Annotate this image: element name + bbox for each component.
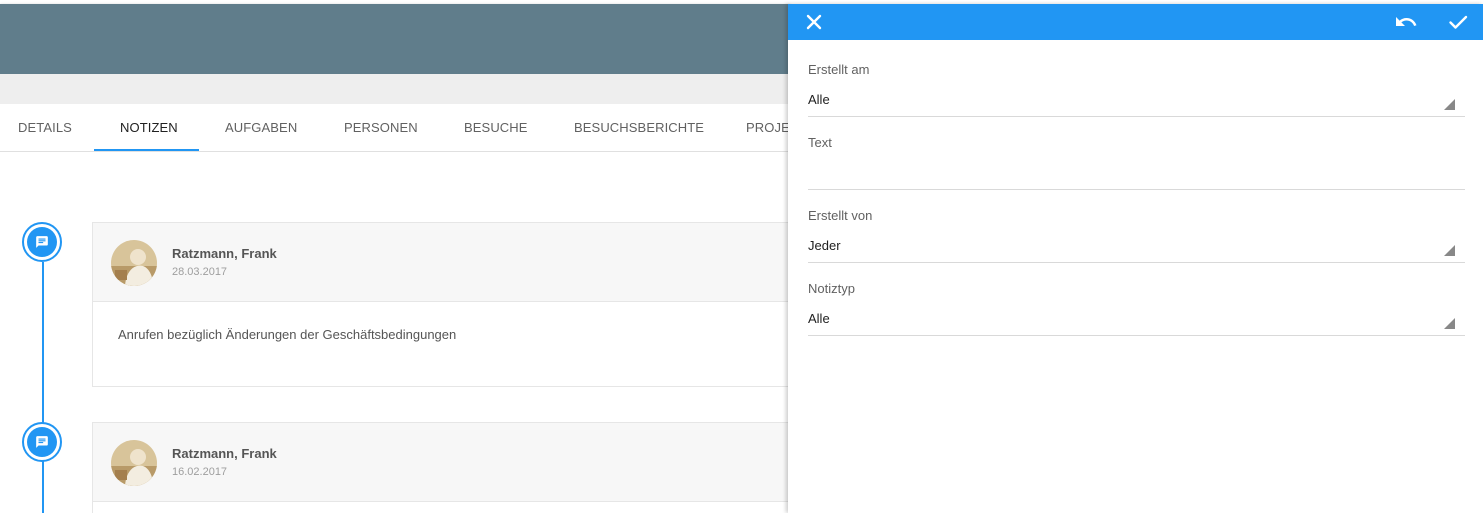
timeline-line xyxy=(42,262,44,513)
note-type-select[interactable]: Alle xyxy=(808,306,1465,336)
filter-panel-toolbar xyxy=(788,4,1483,40)
note-body: Anrufen bezüglich Änderungen der Geschäf… xyxy=(93,302,791,386)
note-header: Ratzmann, Frank 16.02.2017 xyxy=(93,423,791,502)
check-icon xyxy=(1449,15,1468,29)
created-by-label: Erstellt von xyxy=(808,208,873,223)
note-card[interactable]: Ratzmann, Frank 16.02.2017 xyxy=(92,422,792,513)
created-by-value: Jeder xyxy=(808,238,841,253)
note-author: Ratzmann, Frank xyxy=(172,446,277,461)
timeline-node xyxy=(22,422,62,462)
avatar xyxy=(111,440,157,486)
apply-button[interactable] xyxy=(1446,10,1470,34)
app-header xyxy=(0,4,790,74)
dropdown-arrow-icon xyxy=(1444,318,1455,329)
undo-button[interactable] xyxy=(1394,10,1418,34)
tab-bar: DETAILS NOTIZEN AUFGABEN PERSONEN BESUCH… xyxy=(0,104,790,152)
created-at-select[interactable]: Alle xyxy=(808,87,1465,117)
created-at-value: Alle xyxy=(808,92,830,107)
tab-notizen[interactable]: NOTIZEN xyxy=(120,104,178,151)
note-card[interactable]: Ratzmann, Frank 28.03.2017 Anrufen bezüg… xyxy=(92,222,792,387)
note-date: 16.02.2017 xyxy=(172,466,228,478)
note-author: Ratzmann, Frank xyxy=(172,246,277,261)
active-tab-indicator xyxy=(94,149,199,151)
tab-besuche[interactable]: BESUCHE xyxy=(464,104,528,151)
comment-icon xyxy=(36,236,48,248)
timeline-node xyxy=(22,222,62,262)
tab-details[interactable]: DETAILS xyxy=(18,104,72,151)
undo-icon xyxy=(1396,17,1417,26)
note-date: 28.03.2017 xyxy=(172,266,228,278)
tab-projekte[interactable]: PROJE xyxy=(746,104,790,151)
sub-header-band xyxy=(0,74,790,104)
tab-aufgaben[interactable]: AUFGABEN xyxy=(225,104,297,151)
close-icon xyxy=(806,14,822,30)
created-at-label: Erstellt am xyxy=(808,62,870,77)
dropdown-arrow-icon xyxy=(1444,245,1455,256)
note-type-value: Alle xyxy=(808,311,830,326)
created-by-select[interactable]: Jeder xyxy=(808,233,1465,263)
tab-besuchsberichte[interactable]: BESUCHSBERICHTE xyxy=(574,104,704,151)
comment-icon xyxy=(36,436,48,448)
note-header: Ratzmann, Frank 28.03.2017 xyxy=(93,223,791,302)
text-label: Text xyxy=(808,135,832,150)
filter-panel: Erstellt am Alle Text Erstellt von Jeder… xyxy=(788,4,1483,513)
note-text: Anrufen bezüglich Änderungen der Geschäf… xyxy=(118,327,457,342)
tab-personen[interactable]: PERSONEN xyxy=(344,104,418,151)
note-type-label: Notiztyp xyxy=(808,281,855,296)
text-input[interactable] xyxy=(808,156,1465,190)
avatar xyxy=(111,240,157,286)
dropdown-arrow-icon xyxy=(1444,99,1455,110)
close-button[interactable] xyxy=(802,10,826,34)
